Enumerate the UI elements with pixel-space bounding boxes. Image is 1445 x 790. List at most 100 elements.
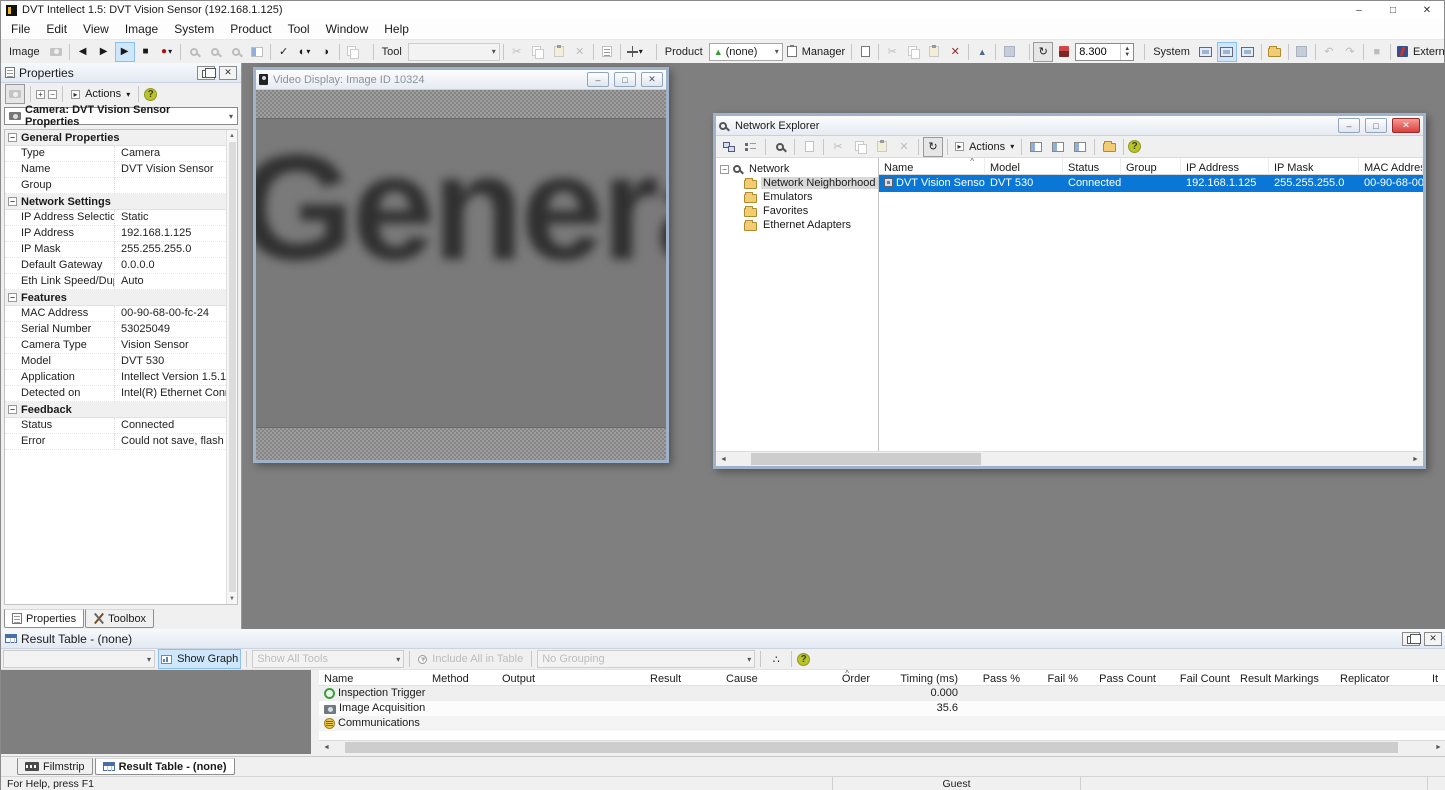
result-horizontal-scrollbar[interactable]: ◄ ►: [319, 740, 1445, 754]
network-paste-button[interactable]: [872, 137, 892, 157]
video-minimize-button[interactable]: –: [587, 72, 609, 87]
menu-file[interactable]: File: [3, 19, 38, 39]
tab-toolbox[interactable]: Toolbox: [85, 609, 154, 628]
column-header-ip-mask[interactable]: IP Mask: [1269, 158, 1359, 175]
section-network-settings[interactable]: −Network Settings: [5, 194, 226, 210]
scroll-left-icon[interactable]: ◄: [319, 744, 334, 751]
search-network-button[interactable]: [770, 137, 790, 157]
col-replicator[interactable]: Replicator: [1335, 670, 1427, 686]
exposure-spin-arrows[interactable]: ▲▼: [1120, 44, 1133, 60]
menu-product[interactable]: Product: [222, 19, 279, 39]
scroll-right-icon[interactable]: ►: [1408, 456, 1423, 463]
network-explorer-titlebar[interactable]: Network Explorer – □ ✕: [716, 116, 1423, 136]
result-panel-header[interactable]: Result Table - (none) ✕: [1, 629, 1445, 649]
property-row[interactable]: ApplicationIntellect Version 1.5.1 (Buil: [5, 370, 226, 386]
column-header-model[interactable]: Model: [985, 158, 1063, 175]
scrollbar-thumb[interactable]: [751, 453, 981, 465]
show-all-tools-combo[interactable]: Show All Tools▾: [252, 650, 404, 668]
result-help-icon[interactable]: ?: [797, 653, 810, 666]
property-row[interactable]: NameDVT Vision Sensor: [5, 162, 226, 178]
snapshot-button[interactable]: [46, 42, 66, 62]
product-paste-button[interactable]: [924, 42, 944, 62]
product-copy-button[interactable]: [903, 42, 923, 62]
exposure-input[interactable]: [1076, 44, 1120, 60]
system-explorer-button[interactable]: [1196, 42, 1216, 62]
scroll-up-icon[interactable]: ▲: [229, 130, 235, 141]
col-pass-count[interactable]: Pass Count: [1083, 670, 1161, 686]
network-cut-button[interactable]: ✂: [828, 137, 848, 157]
scroll-down-icon[interactable]: ▼: [229, 593, 235, 604]
minimize-button[interactable]: –: [1342, 1, 1376, 19]
resize-grip[interactable]: [1428, 777, 1445, 790]
save-to-flash-button[interactable]: [1292, 42, 1312, 62]
collapse-section-icon[interactable]: −: [8, 197, 17, 206]
scrollbar-thumb[interactable]: [345, 742, 1398, 753]
column-header-ip-address[interactable]: IP Address: [1181, 158, 1269, 175]
section-features[interactable]: −Features: [5, 290, 226, 306]
col-order[interactable]: ^Order: [817, 670, 875, 686]
new-product-button[interactable]: [855, 42, 875, 62]
zoom-in-button[interactable]: [184, 42, 204, 62]
network-minimize-button[interactable]: –: [1338, 118, 1360, 133]
device-name-cell[interactable]: DVT Vision Sensor: [879, 175, 985, 192]
maximize-button[interactable]: □: [1376, 1, 1410, 19]
tree-view-button[interactable]: [741, 137, 761, 157]
result-row-name[interactable]: Image Acquisition: [319, 701, 427, 716]
tab-result-table[interactable]: Result Table - (none): [95, 758, 235, 775]
menu-window[interactable]: Window: [318, 19, 377, 39]
live-update-toggle[interactable]: ↻: [1033, 42, 1053, 62]
section-general-properties[interactable]: −General Properties: [5, 130, 226, 146]
result-row-name[interactable]: Communications: [319, 716, 427, 731]
zoom-custom-button[interactable]: [226, 42, 246, 62]
properties-panel-header[interactable]: Properties ✕: [1, 63, 241, 83]
open-file-button[interactable]: [1265, 42, 1285, 62]
scrollbar-thumb[interactable]: [229, 142, 236, 592]
tool-delete-button[interactable]: ✕: [570, 42, 590, 62]
first-image-button[interactable]: ◀: [73, 42, 93, 62]
col-fail-pct[interactable]: Fail %: [1025, 670, 1083, 686]
network-close-button[interactable]: ✕: [1392, 118, 1420, 133]
menu-view[interactable]: View: [75, 19, 117, 39]
network-new-button[interactable]: [799, 137, 819, 157]
scroll-left-icon[interactable]: ◄: [716, 456, 731, 463]
last-image-button[interactable]: ▶: [94, 42, 114, 62]
exposure-spinner[interactable]: ▲▼: [1075, 43, 1134, 61]
result-row-timing[interactable]: [875, 716, 963, 731]
video-display-titlebar[interactable]: Video Display: Image ID 10324 – □ ✕: [256, 70, 666, 90]
sensor-image[interactable]: Genera: [256, 118, 666, 428]
col-name[interactable]: Name: [319, 670, 427, 686]
tab-properties[interactable]: Properties: [4, 609, 84, 628]
col-fail-count[interactable]: Fail Count: [1161, 670, 1235, 686]
contrast-button[interactable]: ◐▾: [295, 42, 315, 62]
col-iteration[interactable]: It: [1427, 670, 1445, 686]
property-row[interactable]: Default Gateway0.0.0.0: [5, 258, 226, 274]
property-row[interactable]: Detected onIntel(R) Ethernet Connecti: [5, 386, 226, 402]
collapse-section-icon[interactable]: −: [8, 293, 17, 302]
menu-system[interactable]: System: [166, 19, 222, 39]
col-pass-pct[interactable]: Pass %: [963, 670, 1025, 686]
result-close-button[interactable]: ✕: [1424, 632, 1442, 646]
properties-object-combo[interactable]: Camera: DVT Vision Sensor Properties ▾: [4, 107, 238, 125]
section-feedback[interactable]: −Feedback: [5, 402, 226, 418]
properties-camera-button[interactable]: [5, 84, 25, 104]
col-timing[interactable]: Timing (ms): [875, 670, 963, 686]
properties-scrollbar[interactable]: ▲ ▼: [226, 130, 237, 604]
copy-image-button[interactable]: [343, 42, 363, 62]
result-row-timing[interactable]: 35.6: [875, 701, 963, 716]
tool-properties-button[interactable]: [597, 42, 617, 62]
product-delete-button[interactable]: ✕: [945, 42, 965, 62]
property-row[interactable]: Serial Number53025049: [5, 322, 226, 338]
col-result-markings[interactable]: Result Markings: [1235, 670, 1335, 686]
network-copy-button[interactable]: [850, 137, 870, 157]
load-to-sensor-button[interactable]: ▲: [972, 42, 992, 62]
view-list-button[interactable]: [1048, 137, 1068, 157]
video-close-button[interactable]: ✕: [641, 72, 663, 87]
property-row[interactable]: TypeCamera: [5, 146, 226, 162]
save-product-button[interactable]: [999, 42, 1019, 62]
hierarchy-button[interactable]: ∴: [766, 649, 786, 669]
undo-button[interactable]: ↶: [1319, 42, 1339, 62]
result-row-timing[interactable]: 0.000: [875, 686, 963, 701]
product-cut-button[interactable]: ✂: [882, 42, 902, 62]
title-bar[interactable]: DVT Intellect 1.5: DVT Vision Sensor (19…: [1, 1, 1444, 19]
col-method[interactable]: Method: [427, 670, 497, 686]
